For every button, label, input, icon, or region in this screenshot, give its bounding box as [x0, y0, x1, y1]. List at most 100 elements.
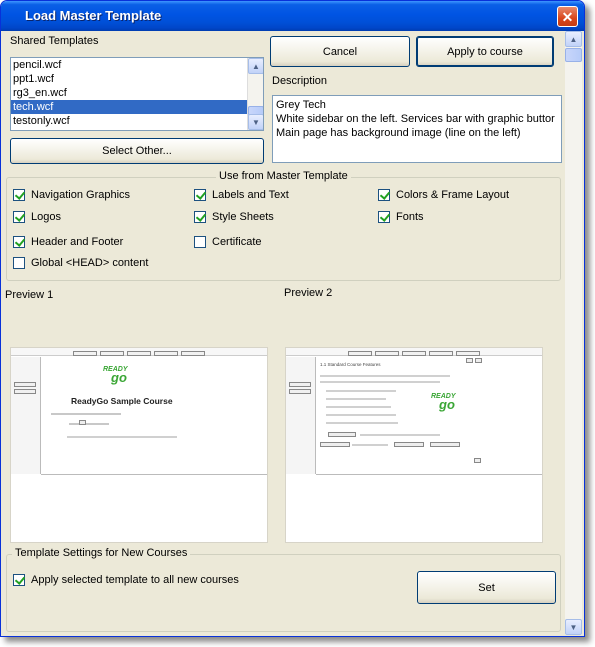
listbox-scrollbar[interactable]: ▲ ▼ — [247, 58, 263, 130]
style-sheets-checkbox[interactable]: Style Sheets — [194, 211, 274, 223]
preview-1-image: READY go ReadyGo Sample Course — [10, 347, 268, 543]
checkbox-label: Labels and Text — [212, 189, 289, 201]
checkbox-checked-icon — [13, 211, 25, 223]
scrollbar-thumb[interactable] — [565, 48, 582, 62]
list-item[interactable]: ppt1.wcf — [11, 72, 249, 86]
window-title: Load Master Template — [25, 8, 162, 23]
scroll-up-icon[interactable]: ▲ — [565, 31, 582, 47]
checkbox-checked-icon — [13, 574, 25, 586]
checkbox-label: Certificate — [212, 236, 262, 248]
preview-mini-button — [430, 442, 460, 447]
preview-nav-tab — [375, 351, 399, 356]
use-from-master-legend: Use from Master Template — [216, 170, 351, 182]
readygo-logo-go: go — [439, 397, 455, 412]
preview-side-button — [14, 382, 36, 387]
preview-text-line — [320, 375, 450, 377]
preview-text-line — [326, 414, 396, 416]
checkbox-checked-icon — [194, 189, 206, 201]
global-head-content-checkbox[interactable]: Global <HEAD> content — [13, 257, 148, 269]
close-icon: ✕ — [561, 8, 574, 25]
preview-nav-tab — [429, 351, 453, 356]
preview-text-line — [67, 436, 177, 438]
scroll-down-icon[interactable]: ▼ — [248, 114, 263, 130]
preview-nav-tab — [154, 351, 178, 356]
preview-footer-line — [316, 474, 542, 475]
preview-2-label: Preview 2 — [284, 287, 333, 299]
list-item[interactable]: pencil.wcf — [11, 58, 249, 72]
description-textarea[interactable]: Grey Tech White sidebar on the left. Ser… — [272, 95, 562, 163]
description-line: Grey Tech — [276, 99, 326, 111]
window-scrollbar[interactable]: ▲ ▼ — [565, 31, 582, 635]
preview-text-line — [51, 413, 121, 415]
preview-footer-line — [41, 474, 267, 475]
checkbox-checked-icon — [378, 211, 390, 223]
select-other-button[interactable]: Select Other... — [10, 138, 264, 164]
certificate-checkbox[interactable]: Certificate — [194, 236, 262, 248]
checkbox-unchecked-icon — [13, 257, 25, 269]
templates-listbox[interactable]: pencil.wcf ppt1.wcf rg3_en.wcf tech.wcf … — [10, 57, 264, 131]
preview-nav-tab — [127, 351, 151, 356]
readygo-logo-go: go — [111, 370, 127, 385]
set-button[interactable]: Set — [417, 571, 556, 604]
scroll-up-icon[interactable]: ▲ — [248, 58, 263, 74]
preview-1-label: Preview 1 — [5, 289, 54, 301]
checkbox-label: Fonts — [396, 211, 424, 223]
preview-heading: 1.1 Standard Course Features — [320, 362, 381, 367]
checkbox-label: Style Sheets — [212, 211, 274, 223]
checkbox-label: Header and Footer — [31, 236, 124, 248]
template-settings-legend: Template Settings for New Courses — [12, 547, 191, 559]
navigation-graphics-checkbox[interactable]: Navigation Graphics — [13, 189, 130, 201]
colors-frame-layout-checkbox[interactable]: Colors & Frame Layout — [378, 189, 509, 201]
checkbox-checked-icon — [378, 189, 390, 201]
checkbox-label: Logos — [31, 211, 61, 223]
checkbox-checked-icon — [194, 211, 206, 223]
preview-2-image: 1.1 Standard Course Features READY go — [285, 347, 543, 543]
checkbox-label: Navigation Graphics — [31, 189, 131, 201]
description-line: White sidebar on the left. Services bar … — [276, 113, 555, 125]
preview-text-line — [320, 381, 440, 383]
header-and-footer-checkbox[interactable]: Header and Footer — [13, 236, 123, 248]
checkbox-checked-icon — [13, 189, 25, 201]
preview-nav-tab — [456, 351, 480, 356]
dialog-content: Shared Templates pencil.wcf ppt1.wcf rg3… — [4, 31, 565, 635]
apply-to-all-checkbox[interactable]: Apply selected template to all new cours… — [13, 574, 239, 586]
preview-text-line — [326, 390, 396, 392]
cancel-button[interactable]: Cancel — [270, 36, 410, 67]
preview-text-line — [69, 423, 109, 425]
dialog-window: Load Master Template ✕ Shared Templates … — [0, 0, 585, 637]
preview-nav-tab — [348, 351, 372, 356]
preview-mini-button — [328, 432, 356, 437]
preview-text-line — [352, 444, 388, 446]
logos-checkbox[interactable]: Logos — [13, 211, 61, 223]
checkbox-label: Apply selected template to all new cours… — [31, 574, 239, 586]
shared-templates-label: Shared Templates — [10, 35, 99, 47]
preview-mini-button — [474, 458, 481, 463]
close-button[interactable]: ✕ — [557, 6, 578, 27]
description-label: Description — [272, 75, 328, 87]
list-item[interactable]: testonly.wcf — [11, 114, 249, 128]
list-item-selected[interactable]: tech.wcf — [11, 100, 249, 114]
preview-side-button — [14, 389, 36, 394]
preview-mini-button — [79, 420, 86, 425]
preview-side-button — [289, 389, 311, 394]
preview-sidebar — [286, 357, 316, 474]
description-line: Main page has background image (line on … — [276, 127, 521, 139]
labels-and-text-checkbox[interactable]: Labels and Text — [194, 189, 289, 201]
preview-sidebar — [11, 357, 41, 474]
preview-text-line — [326, 398, 386, 400]
preview-text-line — [326, 406, 391, 408]
preview-mini-button — [466, 358, 473, 363]
title-bar[interactable]: Load Master Template ✕ — [1, 1, 584, 31]
preview-text-line — [326, 422, 398, 424]
preview-nav-tab — [402, 351, 426, 356]
checkbox-label: Global <HEAD> content — [31, 257, 149, 269]
checkbox-checked-icon — [13, 236, 25, 248]
preview-text-line — [360, 434, 440, 436]
checkbox-unchecked-icon — [194, 236, 206, 248]
preview-nav-tab — [100, 351, 124, 356]
apply-to-course-button[interactable]: Apply to course — [416, 36, 554, 67]
scroll-down-icon[interactable]: ▼ — [565, 619, 582, 635]
list-item[interactable]: rg3_en.wcf — [11, 86, 249, 100]
fonts-checkbox[interactable]: Fonts — [378, 211, 424, 223]
preview-nav-tab — [73, 351, 97, 356]
